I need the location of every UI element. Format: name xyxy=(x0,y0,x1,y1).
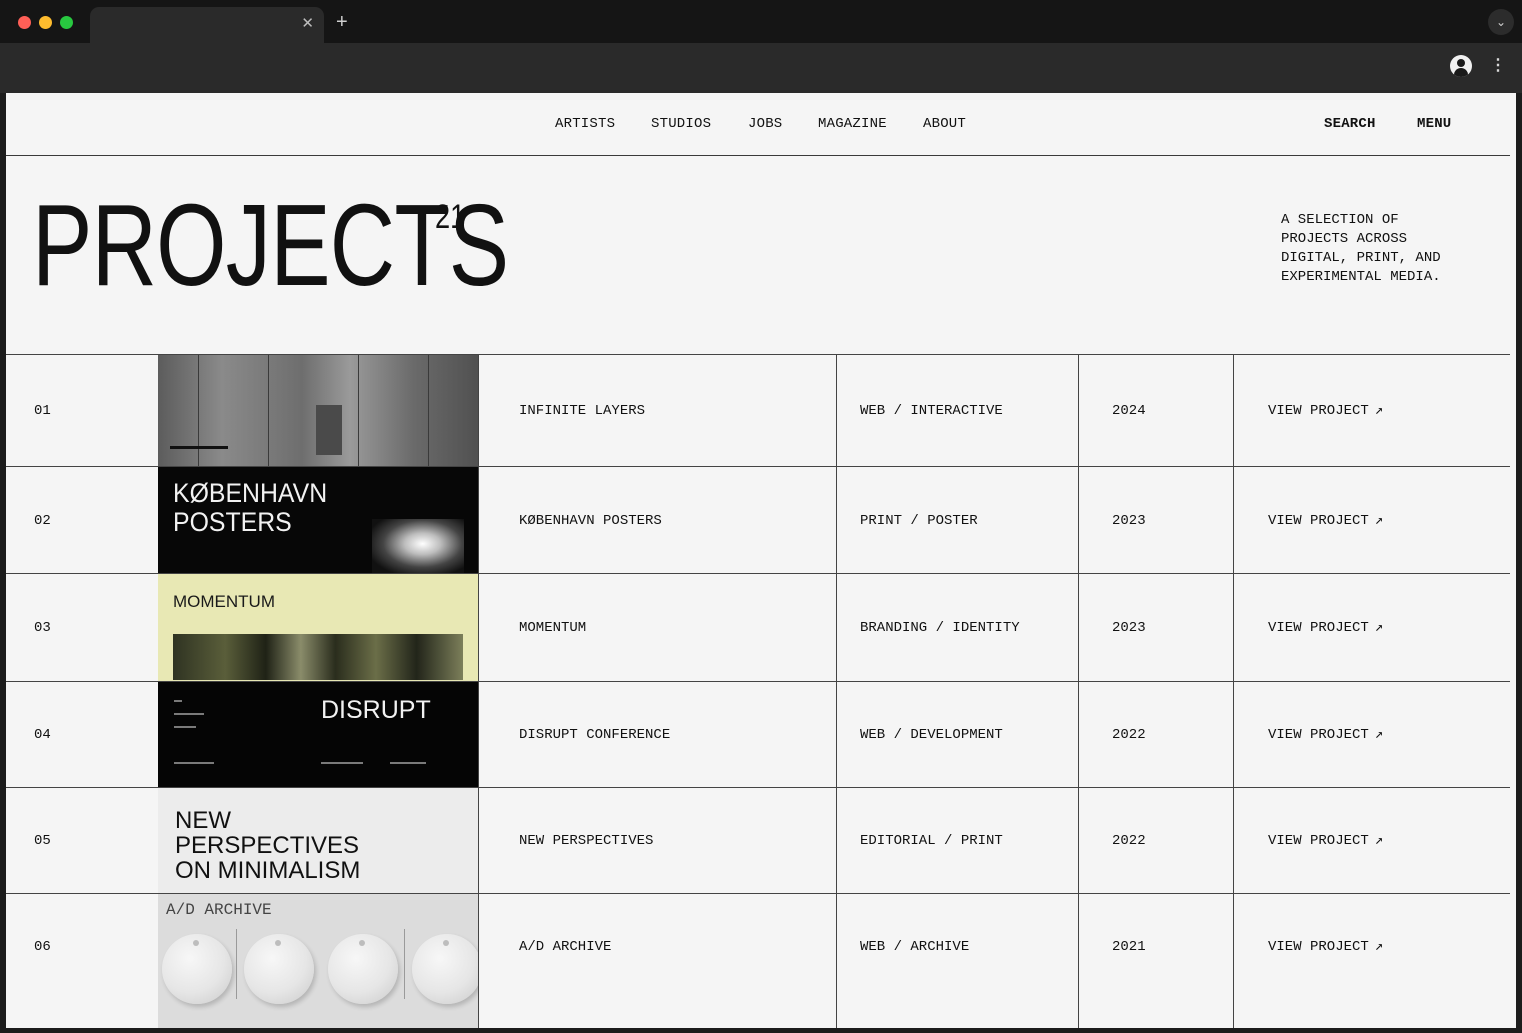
page-description: A SELECTION OF PROJECTS ACROSS DIGITAL, … xyxy=(1281,212,1441,285)
project-year: 2023 xyxy=(1112,512,1146,529)
project-category: WEB / DEVELOPMENT xyxy=(860,727,1003,743)
nav-link-studios[interactable]: STUDIOS xyxy=(651,115,711,133)
project-category: PRINT / POSTER xyxy=(860,512,978,529)
table-row[interactable]: 05 NEW PERSPECTIVES ON MINIMALISM NEW PERS… xyxy=(6,787,1510,894)
table-row[interactable]: 02 KØBENHAVN POSTERS KØBENHAVN POSTERS PR… xyxy=(6,466,1510,574)
project-name: NEW PERSPECTIVES xyxy=(519,833,654,849)
project-category: WEB / INTERACTIVE xyxy=(860,403,1003,419)
project-name: A/D ARCHIVE xyxy=(519,939,612,955)
nav-link-artists[interactable]: ARTISTS xyxy=(555,115,615,133)
project-name: KØBENHAVN POSTERS xyxy=(519,512,662,529)
project-thumbnail[interactable]: A/D ARCHIVE xyxy=(158,894,478,1028)
arrow-up-right-icon: ↗ xyxy=(1374,833,1384,849)
nav-link-magazine[interactable]: MAGAZINE xyxy=(818,115,887,133)
table-row[interactable]: 06 A/D ARCHIVE A/D ARCHIVE WEB / ARCHIVE… xyxy=(6,893,1510,1028)
project-number: 03 xyxy=(34,620,51,636)
view-project-link[interactable]: VIEW PROJECT ↗ xyxy=(1268,512,1383,530)
nav-link-jobs[interactable]: JOBS xyxy=(748,115,782,133)
project-category: BRANDING / IDENTITY xyxy=(860,620,1020,636)
project-number: 04 xyxy=(34,727,51,743)
arrow-up-right-icon: ↗ xyxy=(1374,939,1384,955)
tab-close-icon[interactable]: ✕ xyxy=(301,15,314,33)
window-minimize-button[interactable] xyxy=(39,16,52,29)
project-number: 06 xyxy=(34,939,51,955)
table-row[interactable]: 04 DISRUPT DISRUPT CONFERENCE WEB / DEVE… xyxy=(6,681,1510,788)
search-button[interactable]: SEARCH xyxy=(1324,115,1376,133)
project-thumbnail[interactable]: KØBENHAVN POSTERS xyxy=(158,467,478,574)
table-row[interactable]: 03 MOMENTUM MOMENTUM BRANDING / IDENTITY… xyxy=(6,573,1510,682)
view-project-link[interactable]: VIEW PROJECT ↗ xyxy=(1268,832,1383,850)
window-zoom-button[interactable] xyxy=(60,16,73,29)
window-close-button[interactable] xyxy=(18,16,31,29)
browser-menu-icon[interactable]: ⋮ xyxy=(1490,57,1506,75)
project-thumbnail[interactable]: DISRUPT xyxy=(158,682,478,788)
project-number: 05 xyxy=(34,833,51,849)
page-viewport: ARTISTS STUDIOS JOBS MAGAZINE ABOUT SEAR… xyxy=(6,93,1516,1028)
arrow-up-right-icon: ↗ xyxy=(1374,512,1384,529)
menu-button[interactable]: MENU xyxy=(1417,115,1451,133)
project-number: 01 xyxy=(34,403,51,419)
project-thumbnail[interactable] xyxy=(158,355,478,467)
project-thumbnail[interactable]: MOMENTUM xyxy=(158,574,478,682)
project-year: 2022 xyxy=(1112,833,1146,849)
project-name: DISRUPT CONFERENCE xyxy=(519,727,671,743)
arrow-up-right-icon: ↗ xyxy=(1374,620,1384,636)
table-row[interactable]: 01 INFINITE LAYERS WEB / INTERACTIVE 202… xyxy=(6,354,1510,467)
project-category: EDITORIAL / PRINT xyxy=(860,833,1003,849)
profile-avatar-icon[interactable] xyxy=(1450,55,1472,77)
project-number: 02 xyxy=(34,512,51,529)
site-nav: ARTISTS STUDIOS JOBS MAGAZINE ABOUT SEAR… xyxy=(6,93,1510,156)
project-year: 2024 xyxy=(1112,403,1146,419)
project-year: 2021 xyxy=(1112,939,1146,955)
project-category: WEB / ARCHIVE xyxy=(860,939,970,955)
browser-toolbar: ⋮ xyxy=(0,43,1522,93)
view-project-link[interactable]: VIEW PROJECT ↗ xyxy=(1268,938,1383,956)
project-name: INFINITE LAYERS xyxy=(519,403,646,419)
view-project-link[interactable]: VIEW PROJECT ↗ xyxy=(1268,619,1383,637)
project-year: 2023 xyxy=(1112,620,1146,636)
view-project-link[interactable]: VIEW PROJECT ↗ xyxy=(1268,402,1383,420)
tab-list-chevron-icon[interactable]: ⌄ xyxy=(1488,9,1514,35)
project-count: 21 xyxy=(435,198,466,236)
project-name: MOMENTUM xyxy=(519,620,587,636)
arrow-up-right-icon: ↗ xyxy=(1374,727,1384,743)
project-thumbnail[interactable]: NEW PERSPECTIVES ON MINIMALISM xyxy=(158,788,478,894)
nav-link-about[interactable]: ABOUT xyxy=(923,115,966,133)
new-tab-button[interactable]: + xyxy=(336,10,348,34)
view-project-link[interactable]: VIEW PROJECT ↗ xyxy=(1268,726,1383,744)
project-year: 2022 xyxy=(1112,727,1146,743)
browser-tab[interactable]: ✕ xyxy=(90,7,324,43)
browser-titlebar: ✕ + ⌄ xyxy=(0,0,1522,43)
arrow-up-right-icon: ↗ xyxy=(1374,403,1384,419)
